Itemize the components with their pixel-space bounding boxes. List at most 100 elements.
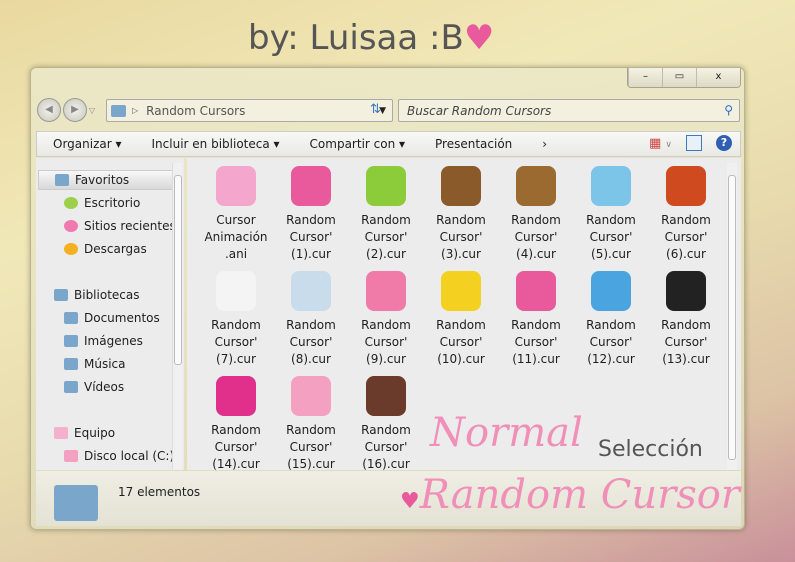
label: Vídeos bbox=[84, 380, 125, 394]
file-item[interactable]: Random Cursor' (3).cur bbox=[425, 166, 497, 263]
nav-item-local-disk[interactable]: Disco local (C:) bbox=[64, 446, 174, 466]
include-library-button[interactable]: Incluir en biblioteca ▾ bbox=[136, 137, 294, 151]
file-item[interactable]: Random Cursor' (11).cur bbox=[500, 271, 572, 368]
file-name: Random Cursor' (4).cur bbox=[511, 213, 561, 261]
address-bar[interactable]: ▷ Random Cursors ▼ bbox=[106, 99, 393, 122]
file-name: Random Cursor' (9).cur bbox=[361, 318, 411, 366]
preview-pane-icon[interactable] bbox=[686, 135, 702, 151]
back-button[interactable]: ◀ bbox=[37, 98, 61, 122]
close-button[interactable]: x bbox=[696, 68, 740, 87]
images-folder-icon bbox=[64, 335, 78, 347]
overlay-selection: Selección bbox=[598, 437, 703, 462]
search-input[interactable]: Buscar Random Cursors ⚲ bbox=[398, 99, 740, 122]
content-scrollbar[interactable] bbox=[727, 163, 737, 470]
heart-icon: ♥ bbox=[400, 489, 420, 514]
favorites-folder-icon bbox=[55, 174, 69, 186]
scroll-thumb[interactable] bbox=[174, 175, 182, 365]
command-bar: Organizar ▾ Incluir en biblioteca ▾ Comp… bbox=[36, 131, 741, 157]
file-item[interactable]: Random Cursor' (7).cur bbox=[200, 271, 272, 368]
file-name: Random Cursor' (5).cur bbox=[586, 213, 636, 261]
label: Favoritos bbox=[75, 173, 130, 187]
file-name: Cursor Animación .ani bbox=[204, 213, 268, 261]
cursor-file-icon bbox=[516, 166, 556, 206]
file-name: Random Cursor' (15).cur bbox=[286, 423, 336, 471]
nav-computer[interactable]: Equipo bbox=[54, 423, 115, 443]
more-button[interactable]: › bbox=[526, 137, 561, 151]
nav-item-downloads[interactable]: Descargas bbox=[64, 239, 147, 259]
label: Bibliotecas bbox=[74, 288, 140, 302]
search-icon[interactable]: ⚲ bbox=[724, 103, 733, 117]
label: Escritorio bbox=[84, 196, 141, 210]
nav-item-music[interactable]: Música bbox=[64, 354, 126, 374]
file-item[interactable]: Random Cursor' (1).cur bbox=[275, 166, 347, 263]
file-item[interactable]: Random Cursor' (6).cur bbox=[650, 166, 722, 263]
nav-libraries[interactable]: Bibliotecas bbox=[54, 285, 139, 305]
file-item[interactable]: Random Cursor' (9).cur bbox=[350, 271, 422, 368]
label: Equipo bbox=[74, 426, 116, 440]
label: Descargas bbox=[84, 242, 147, 256]
breadcrumb-arrow-icon: ▷ bbox=[132, 106, 139, 115]
cursor-file-icon bbox=[666, 271, 706, 311]
signature: by: Luisaa :B♥ bbox=[248, 18, 494, 58]
heart-icon: ♥ bbox=[463, 18, 495, 58]
file-name: Random Cursor' (7).cur bbox=[211, 318, 261, 366]
cursor-file-icon bbox=[291, 376, 331, 416]
scroll-thumb[interactable] bbox=[728, 175, 736, 460]
file-item[interactable]: Random Cursor' (8).cur bbox=[275, 271, 347, 368]
maximize-button[interactable]: ▭ bbox=[662, 68, 696, 87]
file-item[interactable]: Random Cursor' (14).cur bbox=[200, 376, 272, 473]
view-options-icon[interactable]: ▦ ∨ bbox=[649, 136, 672, 151]
library-icon bbox=[54, 289, 68, 301]
breadcrumb[interactable]: Random Cursors bbox=[146, 104, 245, 118]
refresh-icon[interactable]: ⇅ bbox=[370, 102, 381, 117]
music-folder-icon bbox=[64, 358, 78, 370]
nav-buttons: ◀ ▶ ▽ bbox=[37, 98, 95, 122]
disk-icon bbox=[64, 450, 78, 462]
file-item[interactable]: Random Cursor' (15).cur bbox=[275, 376, 347, 473]
file-name: Random Cursor' (2).cur bbox=[361, 213, 411, 261]
file-item[interactable]: Random Cursor' (2).cur bbox=[350, 166, 422, 263]
documents-folder-icon bbox=[64, 312, 78, 324]
cursor-file-icon bbox=[366, 166, 406, 206]
file-name: Random Cursor' (3).cur bbox=[436, 213, 486, 261]
videos-folder-icon bbox=[64, 381, 78, 393]
cursor-file-icon bbox=[291, 166, 331, 206]
nav-scrollbar[interactable] bbox=[172, 163, 182, 470]
nav-favorites[interactable]: Favoritos bbox=[38, 170, 176, 190]
lime-icon bbox=[64, 197, 78, 209]
cursor-file-icon bbox=[516, 271, 556, 311]
share-button[interactable]: Compartir con ▾ bbox=[294, 137, 419, 151]
file-name: Random Cursor' (6).cur bbox=[661, 213, 711, 261]
file-name: Random Cursor' (16).cur bbox=[361, 423, 411, 471]
history-dropdown-icon[interactable]: ▽ bbox=[89, 106, 95, 115]
file-name: Random Cursor' (12).cur bbox=[586, 318, 636, 366]
forward-button[interactable]: ▶ bbox=[63, 98, 87, 122]
presentation-button[interactable]: Presentación bbox=[419, 137, 526, 151]
cursor-file-icon bbox=[441, 166, 481, 206]
folder-icon bbox=[54, 485, 98, 521]
file-item[interactable]: Random Cursor' (5).cur bbox=[575, 166, 647, 263]
file-name: Random Cursor' (8).cur bbox=[286, 318, 336, 366]
nav-item-recent[interactable]: Sitios recientes bbox=[64, 216, 176, 236]
file-item[interactable]: Random Cursor' (16).cur bbox=[350, 376, 422, 473]
organize-button[interactable]: Organizar ▾ bbox=[37, 137, 136, 151]
help-icon[interactable]: ? bbox=[716, 135, 732, 151]
cursor-file-icon bbox=[591, 271, 631, 311]
minimize-button[interactable]: – bbox=[628, 68, 662, 87]
cursor-file-icon bbox=[291, 271, 331, 311]
nav-item-documents[interactable]: Documentos bbox=[64, 308, 160, 328]
nav-item-escritorio[interactable]: Escritorio bbox=[64, 193, 140, 213]
file-item[interactable]: Random Cursor' (4).cur bbox=[500, 166, 572, 263]
file-item[interactable]: Cursor Animación .ani bbox=[200, 166, 272, 263]
folder-icon bbox=[111, 104, 126, 117]
file-item[interactable]: Random Cursor' (13).cur bbox=[650, 271, 722, 368]
caption-buttons: – ▭ x bbox=[627, 68, 741, 88]
file-item[interactable]: Random Cursor' (10).cur bbox=[425, 271, 497, 368]
file-name: Random Cursor' (1).cur bbox=[286, 213, 336, 261]
nav-item-videos[interactable]: Vídeos bbox=[64, 377, 124, 397]
cursor-file-icon bbox=[216, 376, 256, 416]
cursor-file-icon bbox=[591, 166, 631, 206]
nav-item-images[interactable]: Imágenes bbox=[64, 331, 143, 351]
duck-icon bbox=[64, 243, 78, 255]
file-item[interactable]: Random Cursor' (12).cur bbox=[575, 271, 647, 368]
